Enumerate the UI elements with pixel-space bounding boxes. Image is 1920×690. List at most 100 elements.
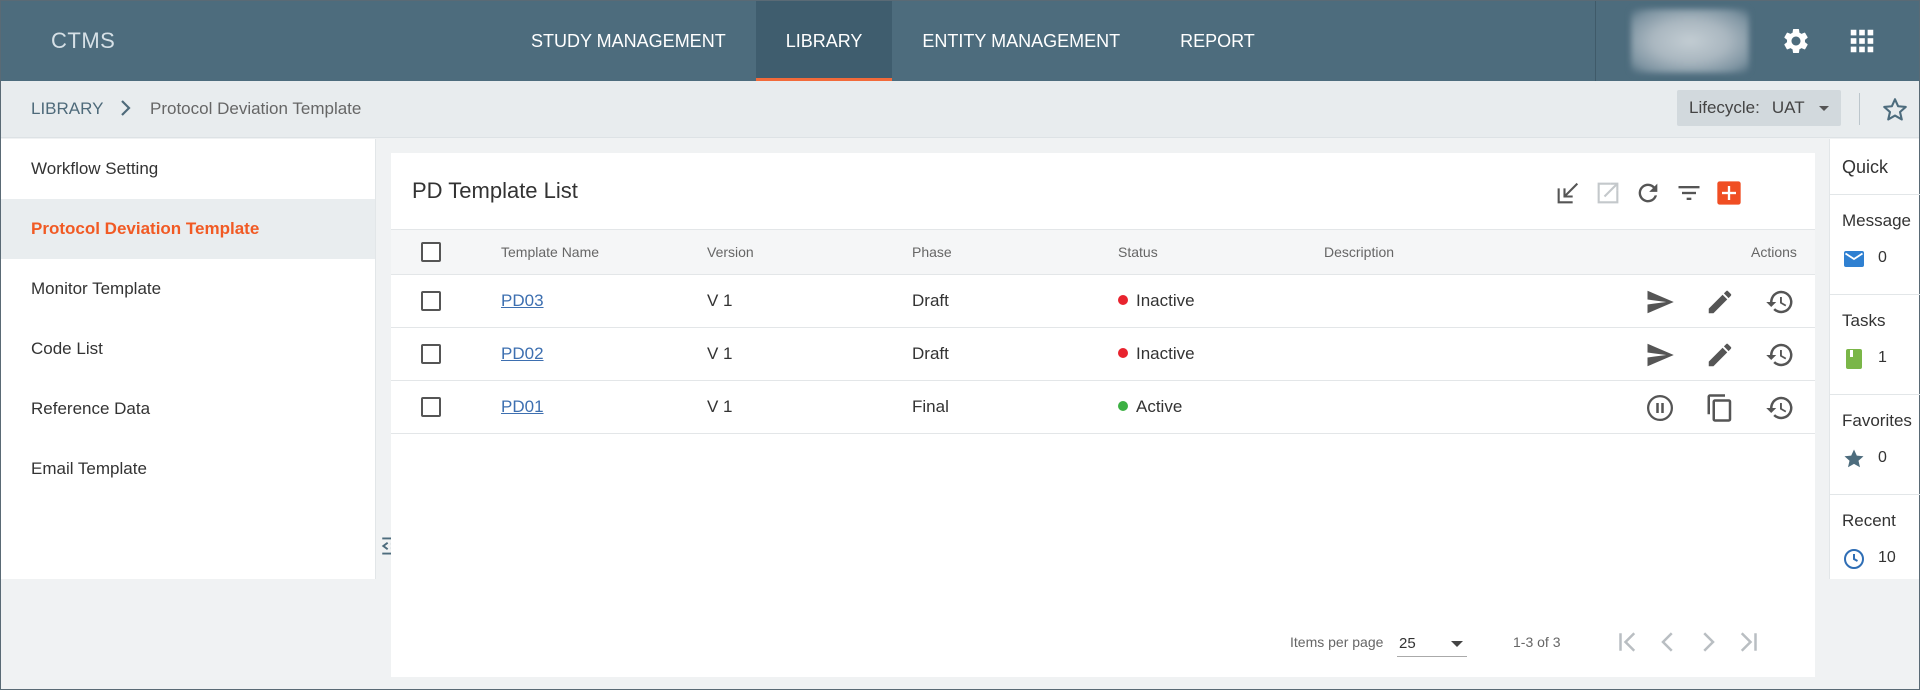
select-all-checkbox[interactable] bbox=[421, 242, 441, 262]
next-page-icon[interactable] bbox=[1693, 627, 1723, 657]
quick-tasks[interactable]: Tasks 1 bbox=[1830, 294, 1920, 394]
quick-recent-label: Recent bbox=[1842, 511, 1896, 530]
gear-icon[interactable] bbox=[1781, 26, 1811, 56]
history-icon[interactable] bbox=[1765, 287, 1795, 317]
pd-template-list-card: PD Template List Template Name Version P… bbox=[391, 153, 1815, 677]
template-link[interactable]: PD03 bbox=[501, 291, 544, 310]
nav-entity-management[interactable]: ENTITY MANAGEMENT bbox=[892, 1, 1150, 81]
nav-divider bbox=[1595, 1, 1596, 81]
quick-message[interactable]: Message 0 bbox=[1830, 194, 1920, 294]
template-link[interactable]: PD01 bbox=[501, 397, 544, 416]
copy-icon[interactable] bbox=[1705, 393, 1735, 423]
status-dot bbox=[1118, 295, 1128, 305]
quick-favorites-label: Favorites bbox=[1842, 411, 1912, 430]
history-icon[interactable] bbox=[1765, 393, 1795, 423]
nav-library[interactable]: LIBRARY bbox=[755, 1, 893, 81]
star-outline-icon[interactable] bbox=[1881, 96, 1909, 124]
previous-page-icon[interactable] bbox=[1653, 627, 1683, 657]
quick-favorites[interactable]: Favorites 0 bbox=[1830, 394, 1920, 494]
apps-grid-icon[interactable] bbox=[1847, 26, 1877, 56]
page-range-label: 1-3 of 3 bbox=[1513, 634, 1561, 650]
clock-icon[interactable] bbox=[1842, 547, 1866, 571]
table-header: Template Name Version Phase Status Descr… bbox=[391, 229, 1815, 275]
status-dot bbox=[1118, 348, 1128, 358]
nav-study-management[interactable]: STUDY MANAGEMENT bbox=[501, 1, 756, 81]
column-header-description[interactable]: Description bbox=[1324, 244, 1394, 260]
sidebar: Workflow Setting Protocol Deviation Temp… bbox=[1, 139, 376, 579]
sidebar-item-workflow-setting[interactable]: Workflow Setting bbox=[1, 139, 375, 199]
phase-cell: Draft bbox=[912, 291, 949, 310]
column-header-version[interactable]: Version bbox=[707, 244, 754, 260]
version-cell: V 1 bbox=[707, 291, 733, 310]
breadcrumb: LIBRARY Protocol Deviation Template bbox=[1, 81, 1919, 138]
first-page-icon[interactable] bbox=[1613, 627, 1643, 657]
chevron-right-icon bbox=[121, 100, 131, 116]
template-name-cell: PD01 bbox=[501, 397, 544, 417]
quick-panel-spacer bbox=[1829, 579, 1919, 689]
table-row: PD02 V 1 Draft Inactive bbox=[391, 328, 1815, 381]
quick-tasks-count: 1 bbox=[1878, 349, 1887, 366]
page-title: PD Template List bbox=[412, 178, 578, 203]
column-header-template-name[interactable]: Template Name bbox=[501, 244, 599, 260]
status-dot bbox=[1118, 401, 1128, 411]
add-icon[interactable] bbox=[1715, 179, 1743, 207]
export-icon bbox=[1597, 182, 1619, 204]
top-nav-bar: CTMS STUDY MANAGEMENT LIBRARY ENTITY MAN… bbox=[1, 1, 1919, 81]
template-link[interactable]: PD02 bbox=[501, 344, 544, 363]
status-cell: Inactive bbox=[1118, 344, 1195, 364]
sidebar-item-code-list[interactable]: Code List bbox=[1, 319, 375, 379]
quick-recent[interactable]: Recent 10 bbox=[1830, 494, 1920, 579]
sidebar-item-reference-data[interactable]: Reference Data bbox=[1, 379, 375, 439]
quick-message-label: Message bbox=[1842, 211, 1911, 230]
breadcrumb-divider bbox=[1859, 93, 1860, 125]
nav-report[interactable]: REPORT bbox=[1150, 1, 1285, 81]
phase-cell: Draft bbox=[912, 344, 949, 363]
quick-tasks-label: Tasks bbox=[1842, 311, 1886, 330]
sidebar-item-protocol-deviation-template[interactable]: Protocol Deviation Template bbox=[1, 199, 375, 259]
quick-message-count: 0 bbox=[1878, 249, 1887, 266]
star-icon[interactable] bbox=[1842, 447, 1866, 471]
column-header-status[interactable]: Status bbox=[1118, 244, 1158, 260]
sidebar-item-monitor-template[interactable]: Monitor Template bbox=[1, 259, 375, 319]
column-header-actions: Actions bbox=[1751, 244, 1797, 260]
user-avatar[interactable] bbox=[1631, 9, 1749, 73]
last-page-icon[interactable] bbox=[1733, 627, 1763, 657]
quick-title: Quick bbox=[1842, 157, 1889, 177]
items-per-page-select[interactable]: 25 bbox=[1397, 627, 1467, 657]
breadcrumb-current: Protocol Deviation Template bbox=[150, 99, 362, 118]
status-cell: Inactive bbox=[1118, 291, 1195, 311]
edit-icon[interactable] bbox=[1705, 287, 1735, 317]
template-name-cell: PD03 bbox=[501, 291, 544, 311]
refresh-icon[interactable] bbox=[1634, 179, 1662, 207]
lifecycle-label: Lifecycle: bbox=[1689, 98, 1760, 117]
pause-icon[interactable] bbox=[1645, 393, 1675, 423]
row-checkbox[interactable] bbox=[421, 344, 441, 364]
quick-recent-count: 10 bbox=[1878, 549, 1896, 566]
status-badge: Inactive bbox=[1136, 291, 1195, 310]
caret-down-icon bbox=[1819, 106, 1829, 111]
items-per-page-label: Items per page bbox=[1290, 634, 1384, 650]
quick-panel: Quick Message 0 Tasks 1 Favorites 0 Rece… bbox=[1829, 139, 1920, 579]
column-header-phase[interactable]: Phase bbox=[912, 244, 952, 260]
edit-icon[interactable] bbox=[1705, 340, 1735, 370]
version-cell: V 1 bbox=[707, 344, 733, 363]
row-checkbox[interactable] bbox=[421, 397, 441, 417]
send-icon[interactable] bbox=[1645, 287, 1675, 317]
book-icon[interactable] bbox=[1842, 347, 1866, 371]
send-icon[interactable] bbox=[1645, 340, 1675, 370]
sidebar-item-email-template[interactable]: Email Template bbox=[1, 439, 375, 499]
app-brand[interactable]: CTMS bbox=[51, 28, 115, 54]
filter-icon[interactable] bbox=[1675, 179, 1703, 207]
mail-icon[interactable] bbox=[1842, 247, 1866, 271]
row-checkbox[interactable] bbox=[421, 291, 441, 311]
table-row: PD03 V 1 Draft Inactive bbox=[391, 275, 1815, 328]
import-icon[interactable] bbox=[1554, 179, 1582, 207]
lifecycle-select[interactable]: Lifecycle: UAT bbox=[1677, 90, 1841, 126]
lifecycle-value: UAT bbox=[1771, 98, 1805, 117]
caret-down-icon bbox=[1451, 641, 1463, 647]
paginator: Items per page 25 1-3 of 3 bbox=[391, 623, 1815, 663]
main-nav: STUDY MANAGEMENT LIBRARY ENTITY MANAGEME… bbox=[501, 1, 1285, 81]
breadcrumb-library[interactable]: LIBRARY bbox=[31, 99, 103, 119]
items-per-page-value: 25 bbox=[1399, 635, 1416, 652]
history-icon[interactable] bbox=[1765, 340, 1795, 370]
